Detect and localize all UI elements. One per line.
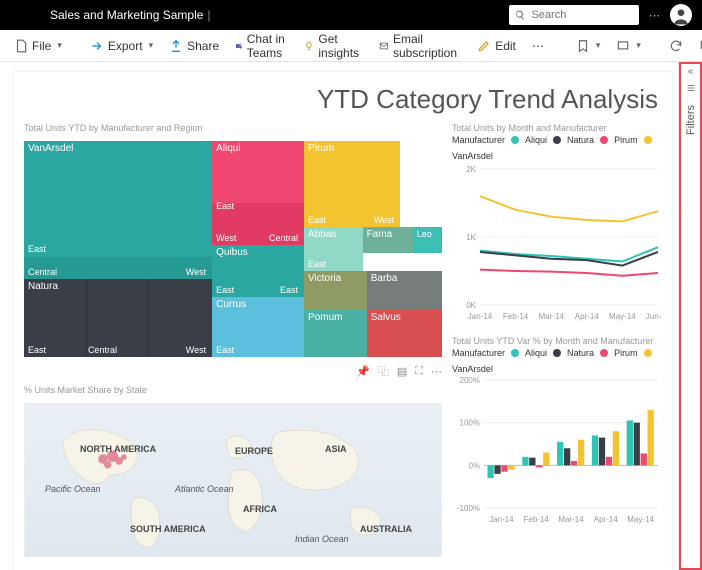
svg-text:Apr-14: Apr-14: [575, 312, 600, 321]
more-visual-icon[interactable]: ⋯: [431, 365, 442, 378]
report-name: Sales and Marketing Sample|: [10, 8, 211, 22]
more-options-icon[interactable]: ⋯: [649, 9, 660, 22]
bookmark-button[interactable]: ▾: [570, 35, 607, 57]
search-input[interactable]: [529, 8, 633, 22]
copy-icon[interactable]: ⿻: [378, 363, 389, 379]
get-insights-button[interactable]: Get insights: [298, 28, 369, 64]
avatar[interactable]: [670, 4, 692, 26]
svg-text:Jun-14: Jun-14: [646, 312, 662, 321]
file-menu[interactable]: File▾: [8, 35, 68, 57]
treemap-title: Total Units YTD by Manufacturer and Regi…: [24, 123, 442, 133]
line-chart-legend: Manufacturer Aliqui Natura Pirum VanArsd…: [452, 135, 662, 161]
page-title: YTD Category Trend Analysis: [24, 84, 658, 115]
svg-text:May-14: May-14: [627, 515, 654, 524]
share-button[interactable]: Share: [163, 35, 225, 57]
refresh-icon: [669, 39, 683, 53]
svg-text:Feb-14: Feb-14: [503, 312, 529, 321]
lightbulb-icon: [304, 39, 314, 53]
visual-options-bar: 📌 ⿻ ▤ ⛶ ⋯: [24, 363, 442, 379]
refresh-button[interactable]: [663, 35, 689, 57]
command-bar: File▾ Export▾ Share Chat in Teams Get in…: [0, 30, 702, 62]
svg-text:0%: 0%: [468, 461, 480, 470]
filters-pane[interactable]: « Filters: [678, 62, 702, 570]
svg-text:Apr-14: Apr-14: [594, 515, 619, 524]
more-commands-button[interactable]: ⋯: [526, 35, 550, 57]
map-title: % Units Market Share by State: [24, 385, 442, 395]
chevron-left-icon[interactable]: «: [688, 66, 694, 77]
svg-text:2K: 2K: [466, 165, 476, 174]
pencil-icon: [477, 39, 491, 53]
map-visual[interactable]: NORTH AMERICA SOUTH AMERICA EUROPE AFRIC…: [24, 403, 442, 557]
export-icon: [90, 39, 104, 53]
filters-label: Filters: [685, 105, 697, 135]
focus-icon[interactable]: ⛶: [415, 365, 423, 378]
svg-text:-100%: -100%: [457, 504, 480, 513]
view-icon: [616, 39, 630, 53]
chat-teams-button[interactable]: Chat in Teams: [229, 28, 294, 64]
search-icon: [515, 9, 525, 21]
filter-icon[interactable]: ▤: [397, 365, 407, 378]
svg-text:100%: 100%: [460, 419, 480, 428]
svg-text:May-14: May-14: [609, 312, 636, 321]
email-subscription-button[interactable]: Email subscription: [373, 28, 467, 64]
report-canvas: YTD Category Trend Analysis Total Units …: [14, 72, 672, 570]
file-icon: [14, 39, 28, 53]
svg-text:1K: 1K: [466, 233, 476, 242]
treemap-visual[interactable]: VanArsdel East East Central West Natura …: [24, 141, 442, 357]
share-icon: [169, 39, 183, 53]
svg-text:200%: 200%: [460, 376, 480, 385]
app-header: Sales and Marketing Sample| ⋯: [0, 0, 702, 30]
bookmark-icon: [576, 39, 590, 53]
line-chart-visual[interactable]: Total Units by Month and Manufacturer Ma…: [452, 123, 662, 326]
svg-text:Jan-14: Jan-14: [489, 515, 514, 524]
search-box[interactable]: [509, 5, 639, 25]
svg-text:Jan-14: Jan-14: [468, 312, 493, 321]
view-menu[interactable]: ▾: [610, 35, 647, 57]
comment-button[interactable]: [693, 35, 702, 57]
bar-chart-title: Total Units YTD Var % by Month and Manuf…: [452, 336, 662, 346]
svg-text:0K: 0K: [466, 301, 476, 310]
teams-icon: [235, 39, 243, 53]
svg-text:Mar-14: Mar-14: [558, 515, 584, 524]
line-chart-title: Total Units by Month and Manufacturer: [452, 123, 662, 133]
svg-text:Feb-14: Feb-14: [524, 515, 550, 524]
mail-icon: [379, 39, 389, 53]
bar-chart-legend: Manufacturer Aliqui Natura Pirum VanArsd…: [452, 348, 662, 374]
svg-text:Mar-14: Mar-14: [539, 312, 565, 321]
export-menu[interactable]: Export▾: [84, 35, 159, 57]
filters-icon: [686, 83, 696, 93]
pin-icon[interactable]: 📌: [356, 365, 370, 378]
bar-chart-visual[interactable]: Total Units YTD Var % by Month and Manuf…: [452, 336, 662, 529]
edit-button[interactable]: Edit: [471, 35, 522, 57]
